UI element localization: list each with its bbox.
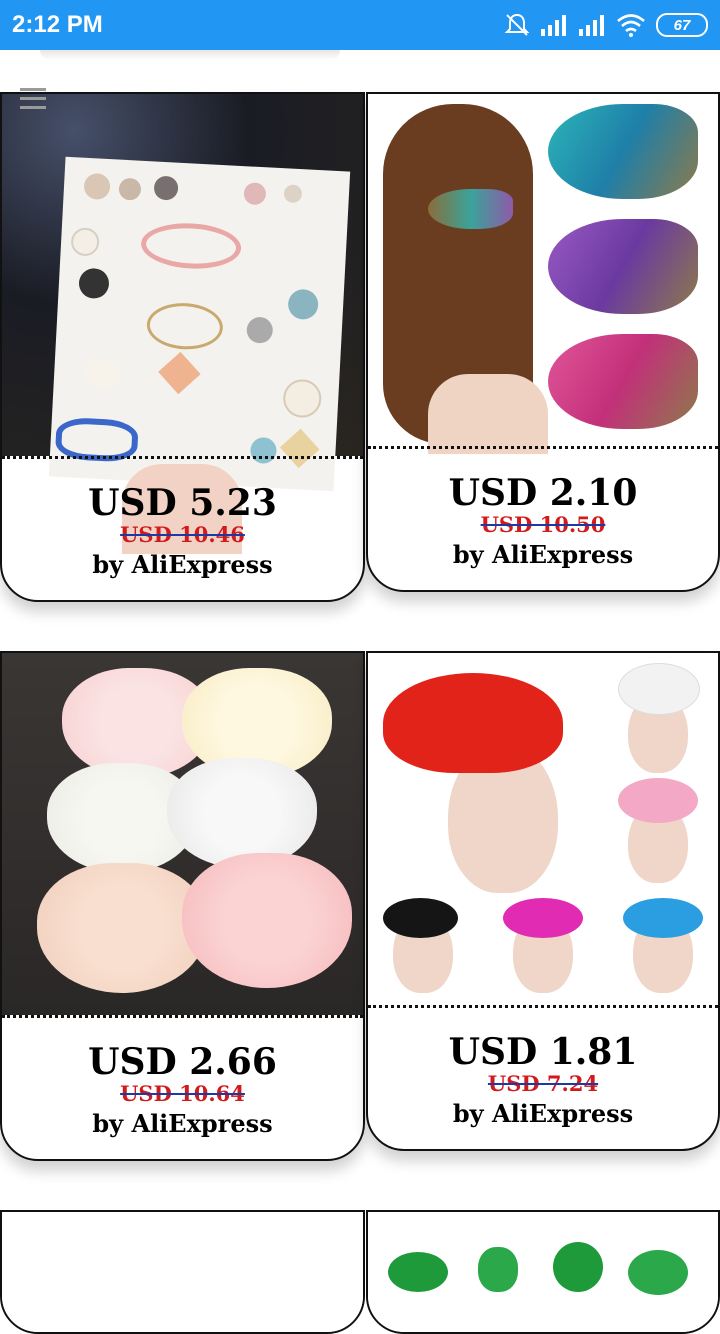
product-seller: by AliExpress	[452, 540, 634, 569]
product-old-price: USD 10.64	[120, 1081, 245, 1106]
product-card[interactable]: USD 2.10 USD 10.50 by AliExpress	[366, 92, 720, 592]
status-time: 2:12 PM	[12, 11, 103, 38]
product-card[interactable]	[0, 1210, 365, 1334]
wifi-icon	[617, 14, 645, 37]
product-seller: by AliExpress	[92, 550, 273, 579]
card-divider	[368, 446, 718, 449]
notifications-off-icon	[504, 13, 530, 36]
product-image-fascinators[interactable]	[368, 653, 718, 1005]
product-seller: by AliExpress	[452, 1099, 634, 1128]
signal-strength-2-icon	[579, 15, 604, 36]
product-old-price: USD 10.46	[120, 522, 245, 547]
status-bar: 2:12 PM 67	[0, 0, 720, 50]
product-card[interactable]: USD 1.81 USD 7.24 by AliExpress	[366, 651, 720, 1151]
card-divider	[2, 1015, 363, 1018]
toolbar-shadow	[40, 50, 340, 60]
signal-strength-icon	[541, 15, 566, 36]
product-card[interactable]: USD 5.23 USD 10.46 by AliExpress	[0, 92, 365, 602]
product-price: USD 2.10	[448, 472, 638, 514]
product-price: USD 2.66	[88, 1041, 277, 1083]
product-old-price: USD 7.24	[487, 1071, 599, 1096]
product-price: USD 5.23	[88, 482, 277, 524]
menu-icon[interactable]	[20, 88, 46, 110]
product-seller: by AliExpress	[92, 1109, 273, 1138]
status-icons: 67	[504, 11, 708, 39]
product-image-placeholder[interactable]	[2, 1212, 363, 1332]
product-image-green-bows[interactable]	[368, 1212, 718, 1332]
product-card[interactable]	[366, 1210, 720, 1334]
product-image-bows[interactable]	[2, 653, 363, 1015]
product-image-hair-pins[interactable]	[2, 94, 363, 554]
product-old-price: USD 10.50	[480, 512, 606, 537]
battery-indicator: 67	[656, 13, 708, 37]
product-image-peacock-clip[interactable]	[368, 94, 718, 454]
product-price: USD 1.81	[448, 1031, 638, 1073]
card-divider	[368, 1005, 718, 1008]
product-card[interactable]: USD 2.66 USD 10.64 by AliExpress	[0, 651, 365, 1161]
card-divider	[2, 456, 363, 459]
